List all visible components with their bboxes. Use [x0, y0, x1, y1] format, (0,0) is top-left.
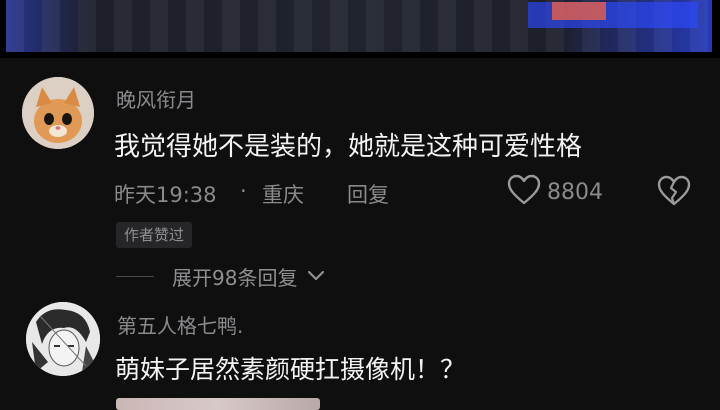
- comment-text: 我觉得她不是装的，她就是这种可爱性格: [114, 132, 583, 162]
- reply-button[interactable]: 回复: [347, 179, 389, 209]
- anime-avatar-image: [26, 302, 100, 376]
- author-liked-badge: 作者赞过: [116, 222, 193, 248]
- expand-replies-button[interactable]: 展开98条回复: [116, 262, 325, 291]
- comment-text: 萌妹子居然素颜硬扛摄像机！？: [115, 355, 466, 384]
- comment-location: 重庆: [262, 183, 304, 207]
- like-count: 8804: [547, 179, 603, 205]
- broken-heart-icon: [657, 175, 691, 211]
- comment-image-preview[interactable]: [116, 398, 320, 410]
- comment-username[interactable]: 晚风衔月: [116, 84, 196, 113]
- kitten-avatar-image: [22, 77, 94, 149]
- expand-replies-label: 展开98条回复: [172, 266, 298, 290]
- chevron-down-icon: [307, 267, 325, 286]
- avatar[interactable]: [22, 77, 94, 149]
- avatar[interactable]: [26, 302, 100, 376]
- comment-username[interactable]: 第五人格七鸭.: [117, 310, 243, 339]
- dislike-button[interactable]: [657, 175, 691, 211]
- comment-time: 昨天19:38: [114, 183, 217, 207]
- heart-outline-icon: [507, 174, 541, 210]
- like-button[interactable]: 8804: [507, 174, 603, 210]
- video-player-strip[interactable]: [0, 0, 720, 58]
- divider-line: [116, 276, 154, 277]
- meta-separator: ·: [240, 179, 247, 203]
- video-frame: [6, 0, 712, 52]
